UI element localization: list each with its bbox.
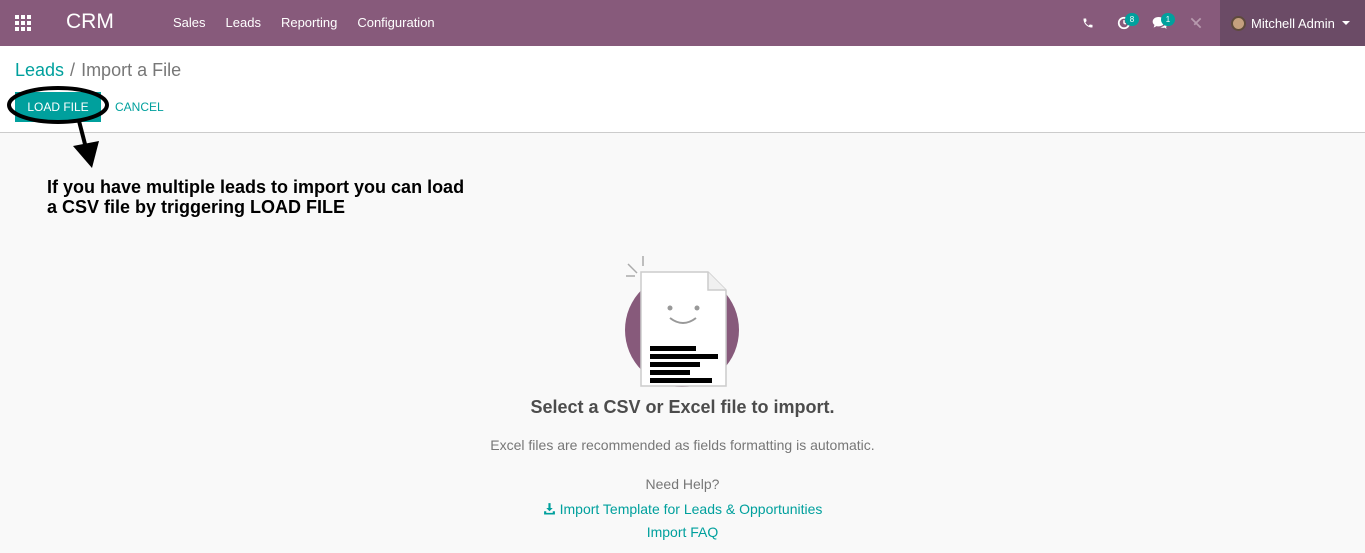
- load-file-button[interactable]: LOAD FILE: [15, 92, 101, 122]
- messages-icon[interactable]: 1: [1142, 0, 1178, 46]
- breadcrumb: Leads / Import a File: [15, 60, 181, 81]
- menu-item-sales[interactable]: Sales: [163, 0, 216, 46]
- breadcrumb-separator: /: [70, 60, 76, 80]
- breadcrumb-current: Import a File: [81, 60, 182, 80]
- avatar: [1231, 15, 1246, 31]
- user-menu[interactable]: Mitchell Admin: [1220, 0, 1365, 46]
- import-faq-link[interactable]: Import FAQ: [647, 524, 719, 540]
- debug-tools-icon[interactable]: [1178, 0, 1214, 46]
- help-label: Need Help?: [645, 476, 720, 492]
- annotation-callout: If you have multiple leads to import you…: [47, 177, 465, 217]
- app-brand[interactable]: CRM: [66, 10, 114, 34]
- file-illustration: [625, 256, 739, 387]
- activity-badge: 8: [1125, 13, 1139, 26]
- menu-item-leads[interactable]: Leads: [216, 0, 271, 46]
- import-template-link[interactable]: Import Template for Leads & Opportunitie…: [560, 501, 823, 517]
- menu-item-reporting[interactable]: Reporting: [271, 0, 347, 46]
- apps-menu-icon[interactable]: [15, 15, 33, 31]
- download-icon[interactable]: [543, 502, 556, 518]
- user-name: Mitchell Admin: [1251, 15, 1335, 31]
- menu-item-configuration[interactable]: Configuration: [347, 0, 444, 46]
- main-menu: Sales Leads Reporting Configuration: [163, 0, 445, 46]
- breadcrumb-leads-link[interactable]: Leads: [15, 60, 64, 80]
- phone-icon[interactable]: [1070, 0, 1106, 46]
- cancel-button[interactable]: CANCEL: [115, 92, 164, 122]
- top-navbar: CRM Sales Leads Reporting Configuration …: [0, 0, 1365, 46]
- faq-link-row: Import FAQ: [0, 524, 1365, 540]
- messages-badge: 1: [1161, 13, 1175, 26]
- annotation-arrow-head: [73, 141, 99, 168]
- control-panel: Leads / Import a File LOAD FILE CANCEL: [0, 46, 1365, 133]
- import-subtitle: Excel files are recommended as fields fo…: [490, 437, 875, 453]
- activity-clock-icon[interactable]: 8: [1106, 0, 1142, 46]
- template-link-row: Import Template for Leads & Opportunitie…: [0, 501, 1365, 518]
- import-title: Select a CSV or Excel file to import.: [530, 397, 835, 417]
- caret-down-icon: [1341, 21, 1350, 25]
- systray: 8 1 Mitchell Admin: [1070, 0, 1365, 46]
